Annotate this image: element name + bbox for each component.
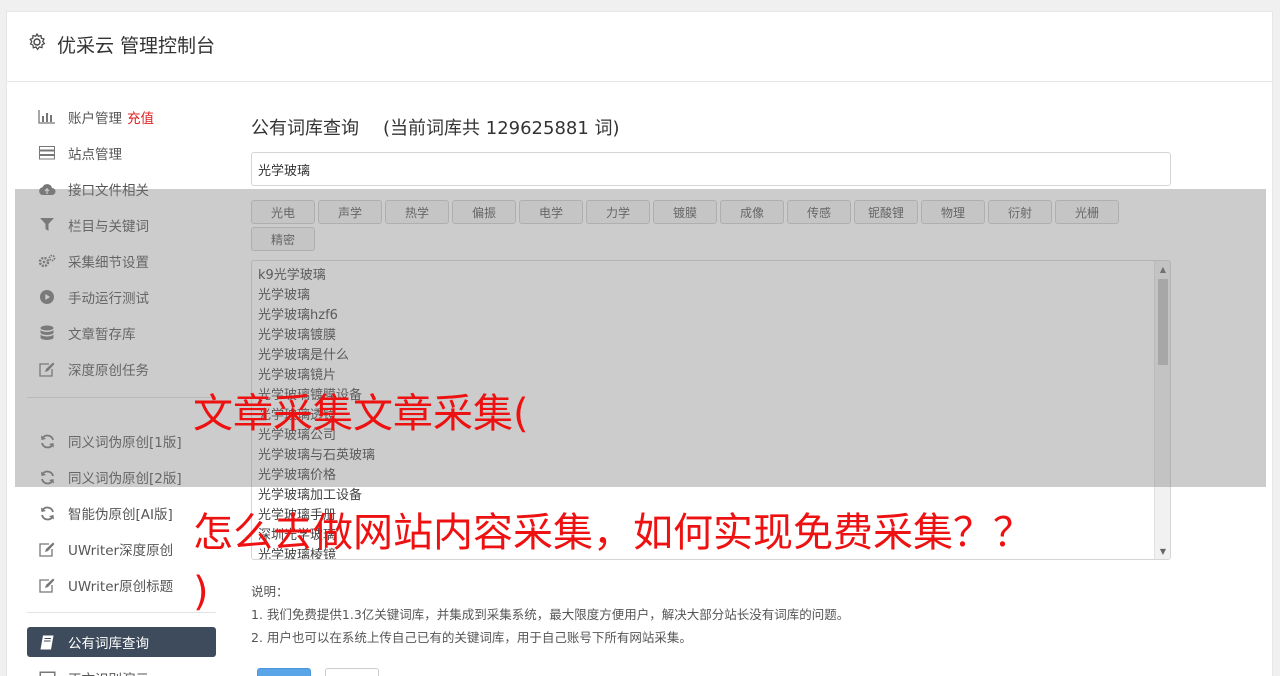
sidebar-item-synonym-v1[interactable]: 同义词伪原创[1版] (27, 426, 216, 456)
sidebar-item-uwriter-deep[interactable]: UWriter深度原创 (27, 534, 216, 564)
sidebar-item-collect-settings[interactable]: 采集细节设置 (27, 246, 216, 276)
list-item[interactable]: 光学玻璃与石英玻璃 (258, 446, 375, 466)
tag-button[interactable]: 铌酸锂 (854, 200, 918, 224)
scroll-down-arrow-icon[interactable]: ▼ (1155, 544, 1170, 558)
query-button[interactable]: 查询 (257, 668, 311, 676)
list-item[interactable]: 光学玻璃镜片 (258, 366, 336, 386)
tag-button[interactable]: 镀膜 (653, 200, 717, 224)
edit-icon (38, 541, 56, 557)
sidebar-item-uwriter-title[interactable]: UWriter原创标题 (27, 570, 216, 600)
sidebar-item-columns-keywords[interactable]: 栏目与关键词 (27, 210, 216, 240)
edit-icon (38, 577, 56, 593)
database-icon (38, 325, 56, 341)
sidebar-item-label: 站点管理 (68, 147, 122, 163)
list-item[interactable]: k9光学玻璃 (258, 266, 326, 286)
sidebar-item-deep-original-task[interactable]: 深度原创任务 (27, 354, 216, 384)
tag-button[interactable]: 声学 (318, 200, 382, 224)
tag-button[interactable]: 成像 (720, 200, 784, 224)
refresh-icon (38, 469, 56, 485)
play-icon (38, 289, 56, 305)
list-item[interactable]: 光学玻璃镀膜 (258, 326, 336, 346)
monitor-icon (38, 670, 56, 676)
refresh-icon (38, 433, 56, 449)
sidebar-item-label: 同义词伪原创[2版] (68, 471, 182, 487)
header: 优采云 管理控制台 (7, 12, 1272, 82)
page-title: 公有词库查询 (当前词库共 129625881 词) (251, 114, 620, 140)
keyword-search-input[interactable] (251, 152, 1171, 186)
cloud-upload-icon (38, 181, 56, 197)
refresh-icon (38, 505, 56, 521)
filter-icon (38, 217, 56, 233)
tag-button[interactable]: 力学 (586, 200, 650, 224)
gear-icon (29, 32, 46, 51)
edit-icon (38, 361, 56, 377)
sidebar-item-label: 深度原创任务 (68, 363, 149, 379)
notes-line-2: 2. 用户也可以在系统上传自己已有的关键词库，用于自己账号下所有网站采集。 (251, 630, 692, 645)
sidebar-item-label: UWriter原创标题 (68, 579, 174, 595)
tag-button[interactable]: 精密 (251, 227, 315, 251)
tag-button[interactable]: 热学 (385, 200, 449, 224)
sidebar-item-label: 正文识别演示 (68, 668, 149, 676)
sidebar-item-account[interactable]: 账户管理 充值 (27, 102, 216, 132)
gears-icon (38, 253, 56, 269)
results-scrollbar[interactable]: ▲ ▼ (1154, 261, 1170, 559)
sidebar-item-synonym-v2[interactable]: 同义词伪原创[2版] (27, 462, 216, 492)
sidebar-item-public-lexicon[interactable]: 公有词库查询 (27, 627, 216, 657)
notes-line-1: 1. 我们免费提供1.3亿关键词库，并集成到采集系统，最大限度方便用户，解决大部… (251, 607, 850, 622)
sidebar-divider (27, 612, 216, 613)
sidebar-item-label: 栏目与关键词 (68, 219, 149, 235)
list-item[interactable]: 光学玻璃 (258, 286, 310, 306)
book-icon (38, 634, 56, 650)
sidebar-item-manual-test[interactable]: 手动运行测试 (27, 282, 216, 312)
sidebar-item-ai-rewrite[interactable]: 智能伪原创[AI版] (27, 498, 216, 528)
sidebar-item-label: 公有词库查询 (68, 636, 149, 652)
clear-button[interactable]: 清空 (325, 668, 379, 676)
sidebar-item-label: UWriter深度原创 (68, 543, 174, 559)
tag-button[interactable]: 衍射 (988, 200, 1052, 224)
bar-chart-icon (38, 109, 56, 125)
list-item[interactable]: 光学玻璃hzf6 (258, 306, 338, 326)
tag-button[interactable]: 光电 (251, 200, 315, 224)
sidebar-item-interface-files[interactable]: 接口文件相关 (27, 174, 216, 204)
lexicon-count: (当前词库共 129625881 词) (383, 118, 620, 139)
app-title: 优采云 管理控制台 (57, 35, 216, 57)
scroll-up-arrow-icon[interactable]: ▲ (1155, 262, 1170, 276)
tag-button[interactable]: 偏振 (452, 200, 516, 224)
tag-button[interactable]: 传感 (787, 200, 851, 224)
tag-button[interactable]: 物理 (921, 200, 985, 224)
sidebar-item-label: 手动运行测试 (68, 291, 149, 307)
watermark-line-2: 怎么去做网站内容采集，如何实现免费采集？？ (193, 510, 1033, 556)
list-item[interactable]: 光学玻璃是什么 (258, 346, 349, 366)
sidebar-item-article-storage[interactable]: 文章暂存库 (27, 318, 216, 348)
sidebar-item-sites[interactable]: 站点管理 (27, 138, 216, 168)
sidebar-item-label: 智能伪原创[AI版] (68, 507, 173, 523)
notes-heading: 说明： (251, 584, 289, 599)
sidebar-item-label: 接口文件相关 (68, 183, 149, 199)
recharge-link[interactable]: 充值 (127, 107, 154, 127)
server-icon (38, 145, 56, 161)
page-title-text: 公有词库查询 (251, 118, 359, 139)
watermark-line-1: 文章采集文章采集( (193, 391, 529, 437)
tag-button[interactable]: 电学 (519, 200, 583, 224)
sidebar-item-label: 账户管理 (68, 111, 122, 127)
scroll-thumb[interactable] (1158, 279, 1168, 365)
sidebar-item-label: 文章暂存库 (68, 327, 136, 343)
tag-button[interactable]: 光栅 (1055, 200, 1119, 224)
sidebar-item-label: 同义词伪原创[1版] (68, 435, 182, 451)
list-item[interactable]: 光学玻璃加工设备 (258, 486, 362, 506)
sidebar-item-label: 采集细节设置 (68, 255, 149, 271)
sidebar-item-text-recognition[interactable]: 正文识别演示 (27, 663, 216, 676)
usage-notes: 说明： 1. 我们免费提供1.3亿关键词库，并集成到采集系统，最大限度方便用户，… (251, 580, 849, 649)
list-item[interactable]: 光学玻璃价格 (258, 466, 336, 486)
sidebar-divider (27, 397, 216, 398)
watermark-line-3: ) (193, 569, 209, 615)
